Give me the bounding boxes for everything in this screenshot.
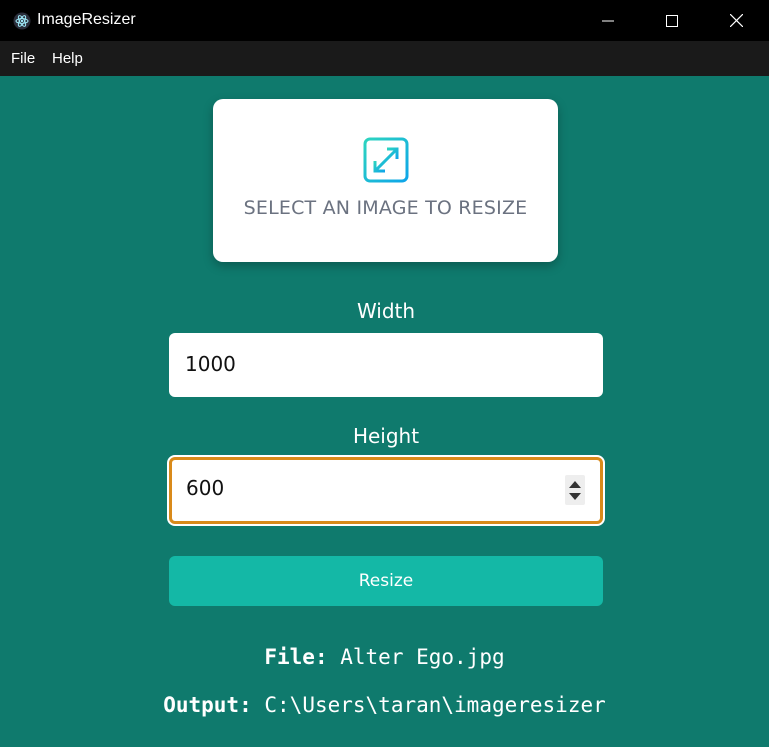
width-input[interactable]: 1000	[169, 333, 603, 397]
height-input[interactable]: 600	[169, 457, 603, 524]
spin-up-icon[interactable]	[569, 481, 581, 488]
menu-help[interactable]: Help	[52, 50, 83, 67]
close-button[interactable]	[713, 0, 759, 41]
minimize-icon	[602, 20, 614, 21]
close-icon	[729, 14, 743, 27]
height-label: Height	[352, 424, 420, 448]
select-image-card[interactable]: SELECT AN IMAGE TO RESIZE	[213, 99, 558, 262]
height-spinner[interactable]	[565, 475, 585, 505]
width-value: 1000	[185, 352, 236, 376]
file-name: Alter Ego.jpg	[340, 645, 505, 669]
file-label: File:	[264, 645, 328, 669]
minimize-button[interactable]	[585, 0, 631, 41]
spin-down-icon[interactable]	[569, 493, 581, 500]
width-label: Width	[356, 299, 416, 323]
output-info: Output: C:\Users\taran\imageresizer	[0, 693, 769, 717]
title-bar: ImageResizer	[0, 0, 769, 41]
maximize-icon	[666, 14, 678, 27]
select-image-label: SELECT AN IMAGE TO RESIZE	[243, 197, 528, 219]
menu-file[interactable]: File	[11, 50, 35, 67]
electron-icon	[13, 12, 31, 30]
output-label: Output:	[163, 693, 252, 717]
resize-arrows-icon	[363, 137, 409, 183]
window-title: ImageResizer	[37, 11, 136, 28]
maximize-button[interactable]	[649, 0, 695, 41]
resize-button[interactable]: Resize	[169, 556, 603, 606]
height-value: 600	[186, 476, 225, 500]
menu-bar: File Help	[0, 41, 769, 76]
file-info: File: Alter Ego.jpg	[0, 645, 769, 669]
output-path: C:\Users\taran\imageresizer	[264, 693, 606, 717]
